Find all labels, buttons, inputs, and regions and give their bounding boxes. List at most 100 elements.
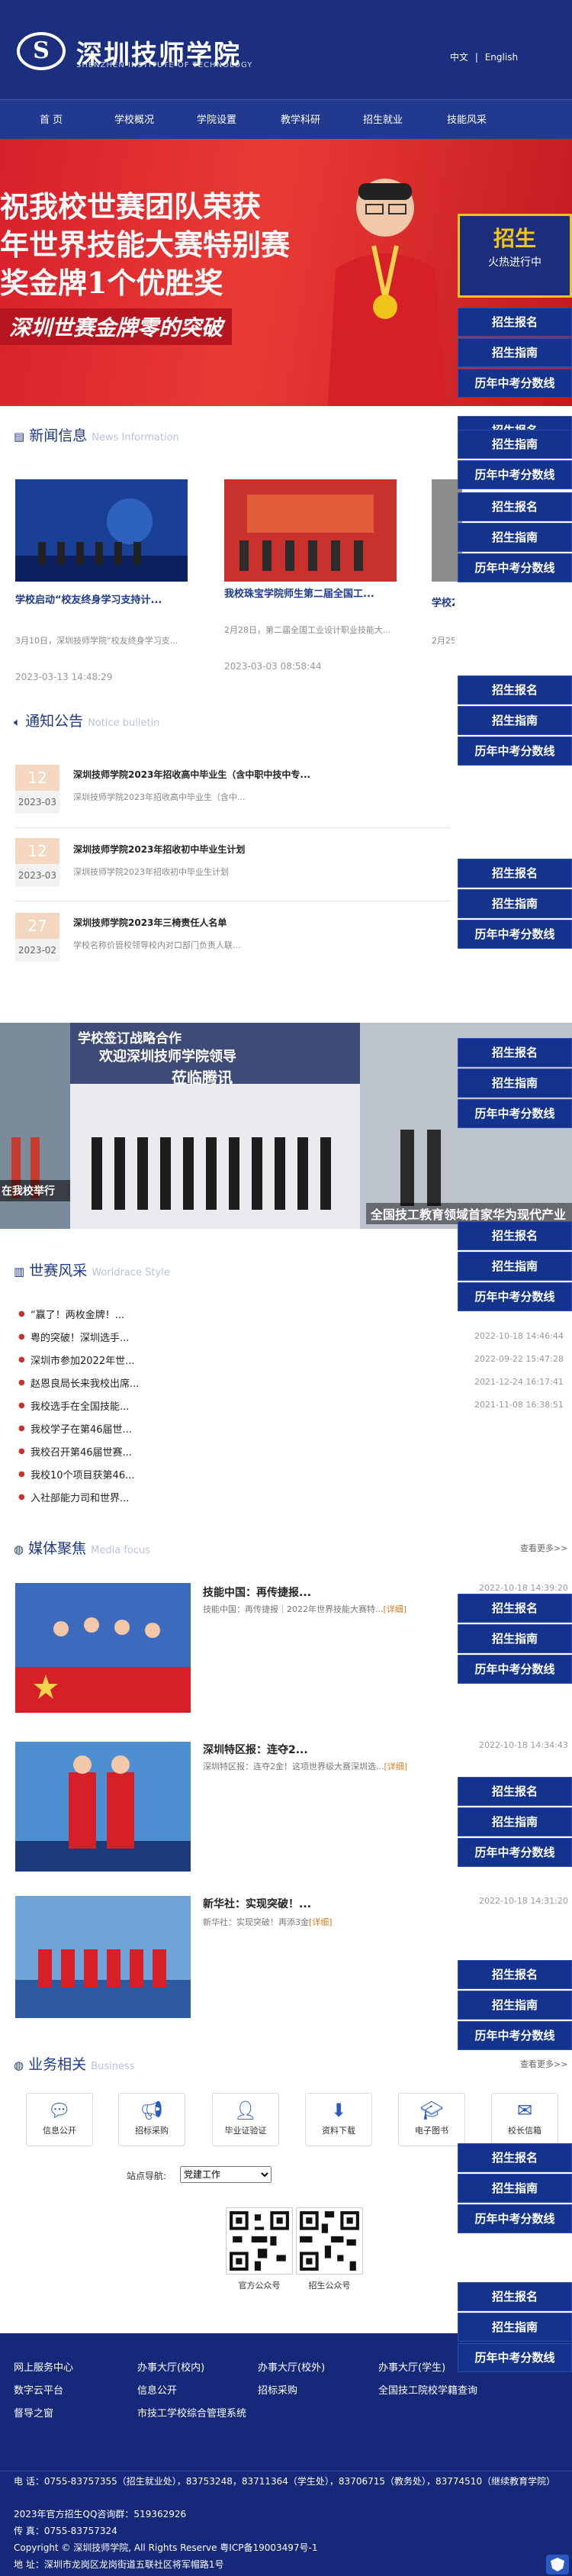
footer-link[interactable]: 督导之窗	[14, 2405, 53, 2420]
biz-procurement[interactable]: 📢︎ 招标采购	[118, 2093, 185, 2146]
nav-colleges[interactable]: 学院设置	[197, 111, 236, 126]
side-guide-button[interactable]: 招生指南	[458, 2174, 572, 2203]
notice-section-title: 🔈︎ 通知公告 Notice bulletin	[14, 710, 159, 730]
news-image-2[interactable]	[224, 479, 397, 582]
footer-link[interactable]: 信息公开	[137, 2382, 177, 2397]
footer-link[interactable]: 全国技工院校学籍查询	[378, 2382, 477, 2397]
side-scores-button[interactable]: 历年中考分数线	[458, 2204, 572, 2233]
side-scores-button[interactable]: 历年中考分数线	[458, 2343, 572, 2372]
worldskills-item[interactable]: 我校选手在全国技能...	[31, 1398, 129, 1413]
nav-admissions[interactable]: 招生就业	[363, 111, 403, 126]
side-enroll-button[interactable]: 招生报名	[458, 2282, 572, 2311]
worldskills-item[interactable]: 深圳市参加2022年世...	[31, 1352, 134, 1367]
side-enroll-button[interactable]: 招生报名	[458, 1221, 572, 1250]
worldskills-item[interactable]: 我校学子在第46届世...	[31, 1421, 132, 1436]
biz-ebooks[interactable]: 🎓︎ 电子图书	[398, 2093, 465, 2146]
side-scores-button[interactable]: 历年中考分数线	[458, 1655, 572, 1684]
media-item-desc: 技能中国：再传捷报｜2022年世界技能大赛特...[详细]	[203, 1603, 407, 1615]
language-switch: 中文 | English	[450, 50, 518, 63]
side-scores-button[interactable]: 历年中考分数线	[458, 920, 572, 949]
side-scores-button[interactable]: 历年中考分数线	[458, 2021, 572, 2050]
media-detail-link[interactable]: [详细]	[309, 1917, 333, 1927]
media-image-1[interactable]	[15, 1583, 191, 1713]
worldskills-date: 2022-09-22 15:47:28	[474, 1354, 564, 1364]
worldskills-item[interactable]: 粤的突破！深圳选手...	[31, 1330, 129, 1344]
side-guide-button[interactable]: 招生指南	[458, 1069, 572, 1098]
worldskills-item[interactable]: 赵恩良局长来我校出席...	[31, 1375, 139, 1390]
side-guide-button[interactable]: 招生指南	[458, 430, 572, 459]
news-item-desc: 2月28日，第二届全国工业设计职业技能大...	[224, 625, 391, 635]
side-enroll-button[interactable]: 招生报名	[458, 2143, 572, 2172]
school-logo[interactable]: S	[17, 32, 66, 70]
side-guide-button[interactable]: 招生指南	[458, 523, 572, 552]
side-enroll-button[interactable]: 招生报名	[458, 1038, 572, 1067]
media-image-2[interactable]	[15, 1742, 191, 1872]
side-scores-button[interactable]: 历年中考分数线	[458, 1282, 572, 1311]
official-qr-code	[226, 2207, 293, 2275]
biz-principal-mailbox[interactable]: ✉ 校长信箱	[491, 2093, 558, 2146]
media-item-title[interactable]: 技能中国：再传捷报...	[203, 1585, 311, 1600]
media-more-link[interactable]: 查看更多>>	[520, 1542, 567, 1554]
news-item-title[interactable]: 学校启动“校友终身学习支持计...	[15, 594, 188, 608]
admissions-qr-label: 招生公众号	[308, 2281, 351, 2291]
worldskills-item[interactable]: 入社部能力司和世界...	[31, 1490, 129, 1504]
side-enroll-button[interactable]: 招生报名	[458, 675, 572, 704]
lang-cn-link[interactable]: 中文	[450, 52, 468, 63]
lang-en-link[interactable]: English	[485, 52, 518, 63]
footer-link[interactable]: 办事大厅(校外)	[258, 2359, 325, 2374]
footer-link[interactable]: 办事大厅(学生)	[378, 2359, 445, 2374]
side-guide-button[interactable]: 招生指南	[458, 1624, 572, 1653]
side-enroll-button[interactable]: 招生报名	[458, 859, 572, 888]
worldskills-item[interactable]: 我校10个项目获第46...	[31, 1467, 134, 1481]
footer-link[interactable]: 招标采购	[258, 2382, 297, 2397]
biz-downloads[interactable]: ⬇ 资料下载	[305, 2093, 372, 2146]
media-detail-link[interactable]: [详细]	[383, 1604, 407, 1614]
side-scores-button[interactable]: 历年中考分数线	[458, 1099, 572, 1128]
side-scores-button[interactable]: 历年中考分数线	[458, 369, 572, 398]
speaker-icon: 🔈︎	[14, 715, 21, 729]
notice-title[interactable]: 深圳技师学院2023年招收高中毕业生（含中职中技中专...	[73, 768, 310, 781]
side-enroll-button[interactable]: 招生报名	[458, 1960, 572, 1989]
side-guide-button[interactable]: 招生指南	[458, 1252, 572, 1281]
nav-home[interactable]: 首 页	[40, 111, 63, 126]
news-item-date: 2023-03-03 08:58:44	[224, 661, 322, 672]
business-more-link[interactable]: 查看更多>>	[520, 2058, 567, 2070]
side-enroll-button[interactable]: 招生报名	[458, 1594, 572, 1623]
side-scores-button[interactable]: 历年中考分数线	[458, 737, 572, 766]
notice-title[interactable]: 深圳技师学院2023年招收初中毕业生计划	[73, 843, 245, 856]
worldskills-item[interactable]: 我校召开第46届世赛...	[31, 1444, 132, 1459]
side-enroll-button[interactable]: 招生报名	[458, 492, 572, 521]
side-guide-button[interactable]: 招生指南	[458, 338, 572, 367]
site-nav-select[interactable]: 党建工作	[180, 2166, 272, 2183]
nav-about[interactable]: 学校概况	[114, 111, 154, 126]
footer-link[interactable]: 网上服务中心	[14, 2359, 73, 2374]
recruit-promo[interactable]: 招生 火热进行中	[458, 214, 572, 298]
worldskills-item[interactable]: “赢了！两枚金牌！...	[31, 1307, 124, 1321]
biz-certificate-verify[interactable]: 👤︎ 毕业证验证	[212, 2093, 279, 2146]
footer-link[interactable]: 数字云平台	[14, 2382, 63, 2397]
side-guide-button[interactable]: 招生指南	[458, 2313, 572, 2342]
side-scores-button[interactable]: 历年中考分数线	[458, 460, 572, 489]
side-guide-button[interactable]: 招生指南	[458, 889, 572, 918]
graduation-cap-icon: 🎓︎	[419, 2100, 444, 2121]
nav-skills[interactable]: 技能风采	[447, 111, 487, 126]
media-detail-link[interactable]: [详细]	[384, 1762, 408, 1772]
biz-info-disclosure[interactable]: 💬︎ 信息公开	[26, 2093, 93, 2146]
footer-link[interactable]: 办事大厅(校内)	[137, 2359, 204, 2374]
side-enroll-button[interactable]: 招生报名	[458, 308, 572, 337]
news-item-title[interactable]: 学校2位老师在第三届全国...	[432, 597, 455, 611]
media-item-title[interactable]: 深圳特区报：连夺2...	[203, 1742, 308, 1757]
side-enroll-button[interactable]: 招生报名	[458, 1777, 572, 1806]
side-guide-button[interactable]: 招生指南	[458, 706, 572, 735]
news-item-title[interactable]: 我校珠宝学院师生第二届全国工...	[224, 588, 397, 601]
side-guide-button[interactable]: 招生指南	[458, 1991, 572, 2020]
side-scores-button[interactable]: 历年中考分数线	[458, 1838, 572, 1867]
side-scores-button[interactable]: 历年中考分数线	[458, 553, 572, 582]
nav-teaching[interactable]: 教学科研	[281, 111, 320, 126]
notice-title[interactable]: 深圳技师学院2023年三椅责任人名单	[73, 916, 227, 929]
footer-link[interactable]: 市技工学校综合管理系统	[137, 2405, 246, 2420]
media-item-title[interactable]: 新华社：实现突破！...	[203, 1896, 311, 1911]
side-guide-button[interactable]: 招生指南	[458, 1807, 572, 1836]
news-image-1[interactable]	[15, 479, 188, 582]
media-image-3[interactable]	[15, 1896, 191, 2018]
